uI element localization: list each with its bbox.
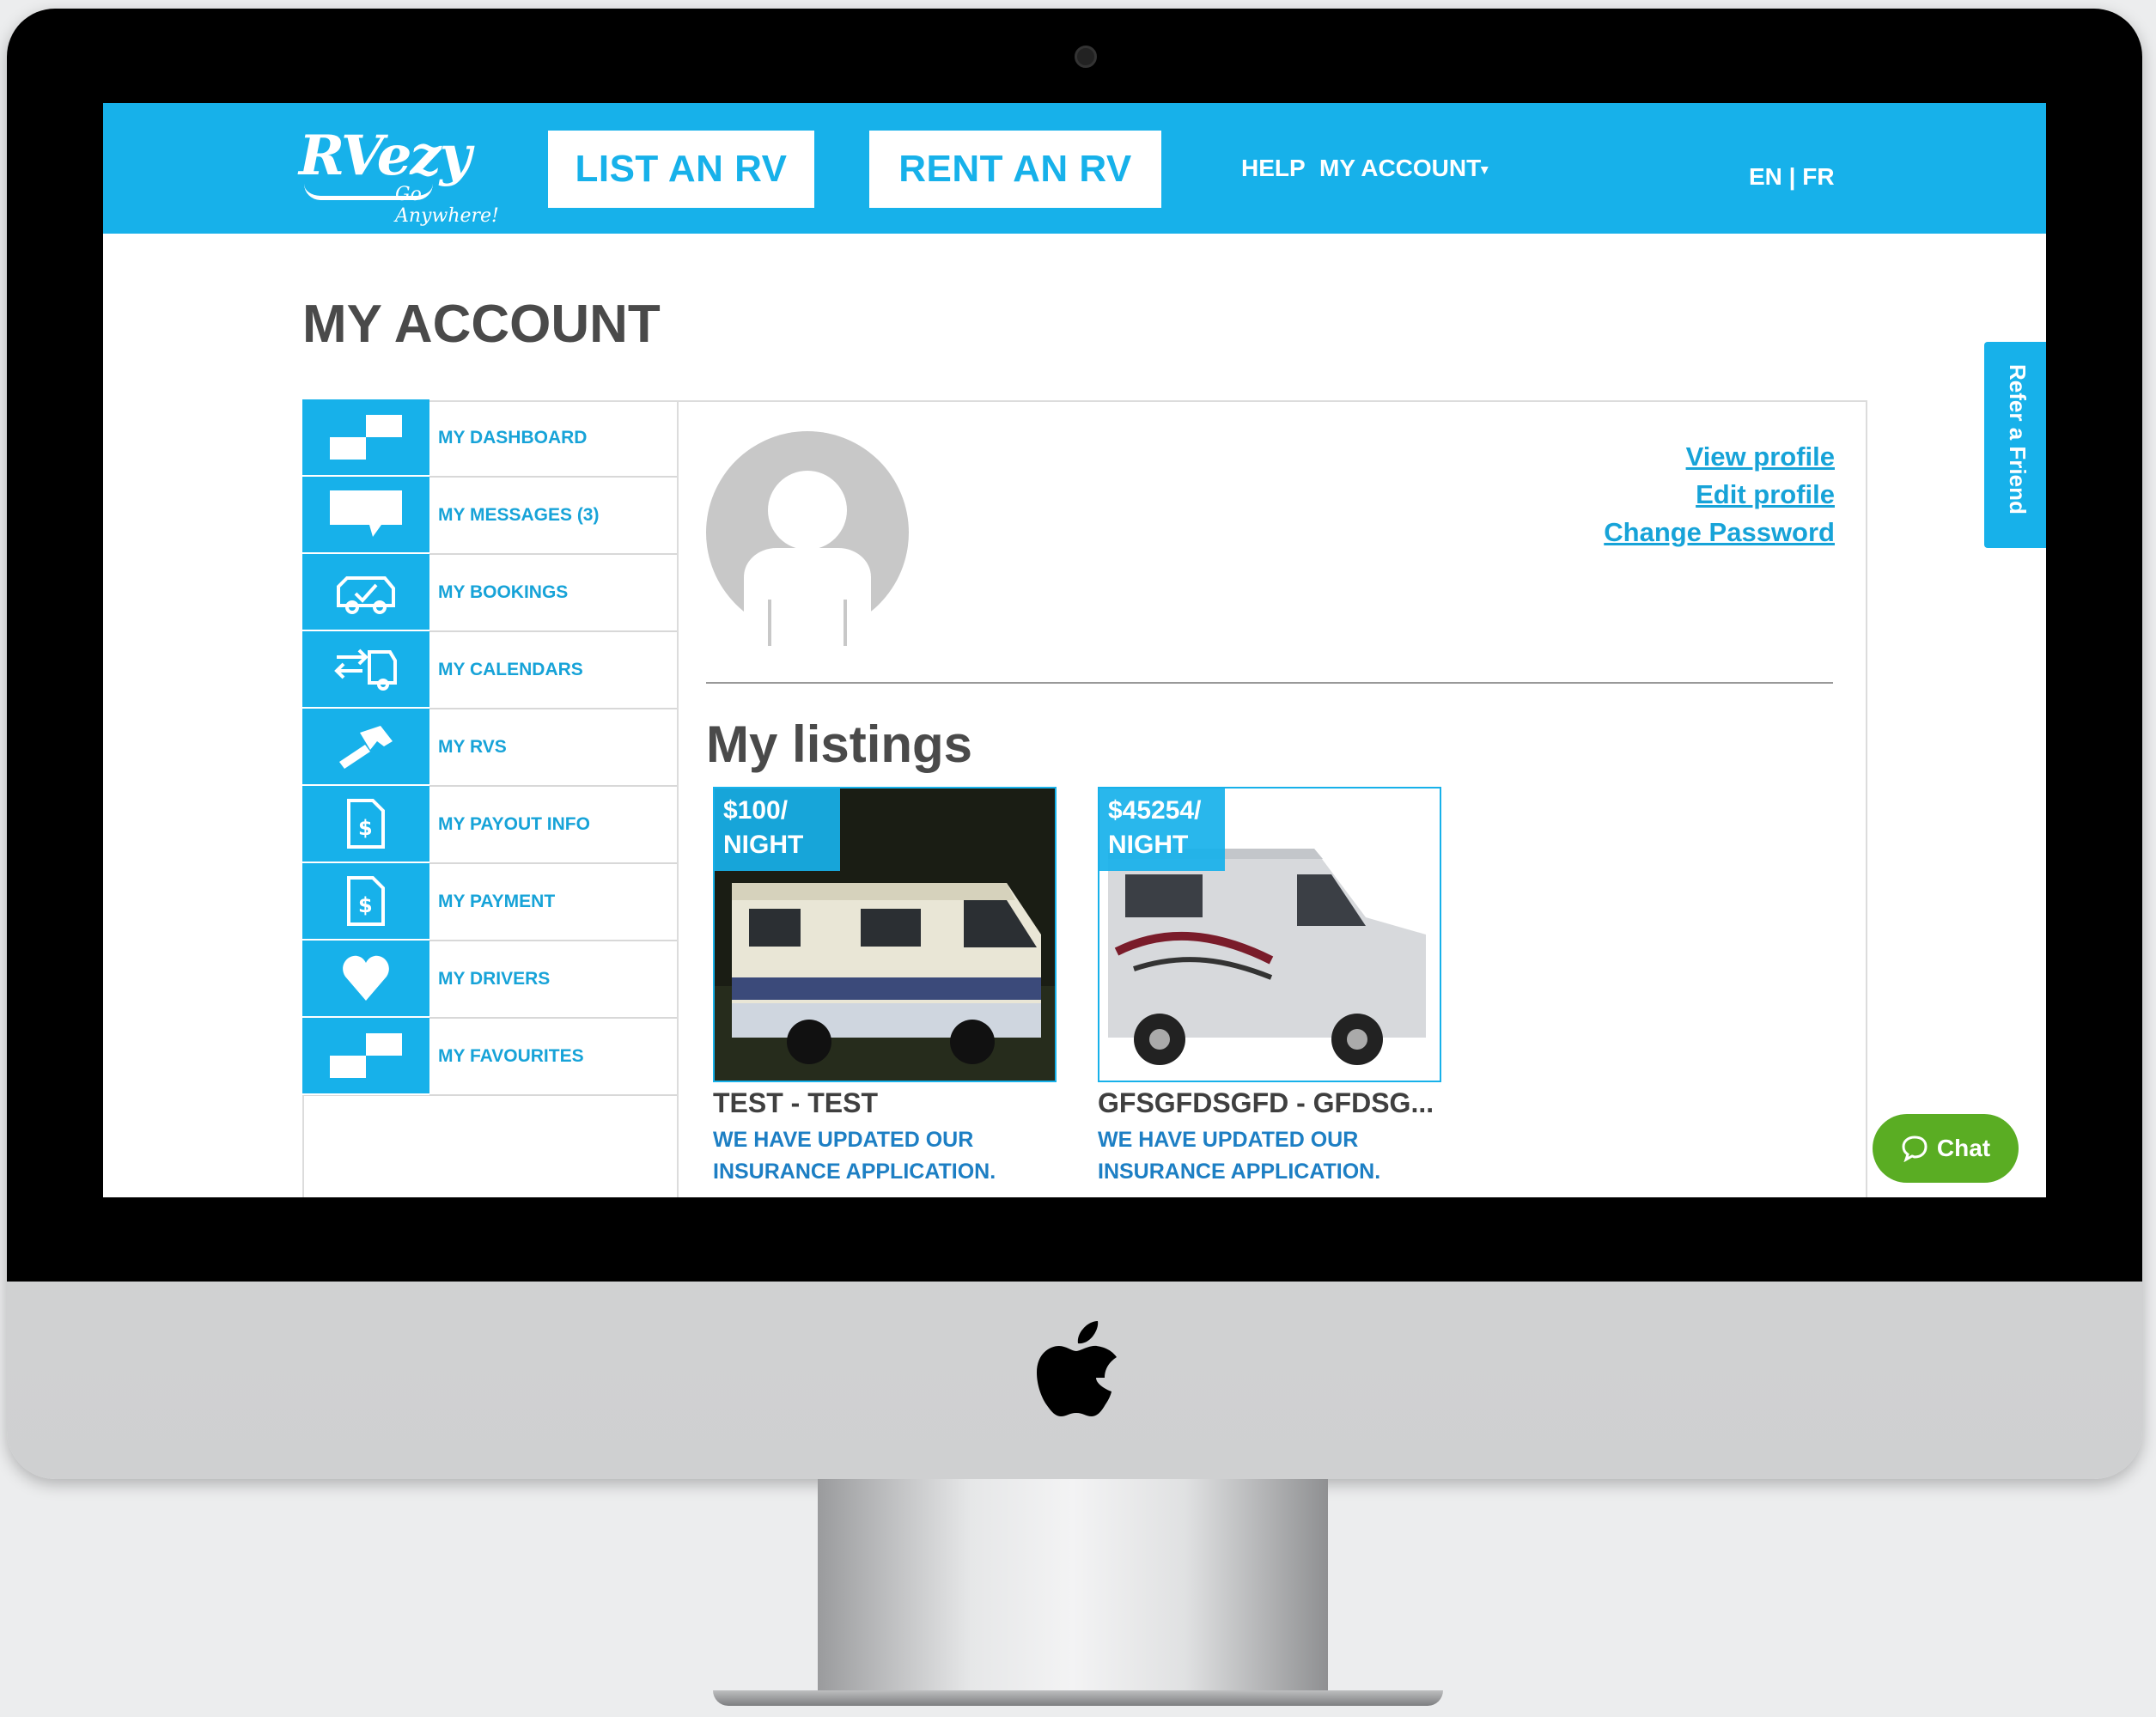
price-line-1: $45254/ — [1108, 796, 1202, 825]
sidebar-item-label: MY DASHBOARD — [438, 428, 588, 448]
camera-icon — [1075, 46, 1097, 68]
listing-photo[interactable]: $45254/NIGHT — [1098, 787, 1441, 1082]
sidebar-item-payout-info[interactable]: $ MY PAYOUT INFO — [302, 786, 677, 864]
chat-label: Chat — [1936, 1135, 1991, 1161]
view-profile-link[interactable]: View profile — [1604, 438, 1835, 476]
price-line-2: NIGHT — [723, 831, 804, 859]
list-rv-button[interactable]: LIST AN RV — [548, 131, 814, 208]
dashboard-icon — [302, 399, 429, 477]
edit-profile-link[interactable]: Edit profile — [1604, 476, 1835, 514]
listing-title[interactable]: GFSGFDSGFD - GFDSG... — [1098, 1087, 1441, 1119]
rent-rv-button[interactable]: RENT AN RV — [869, 131, 1161, 208]
refer-a-friend-tab[interactable]: Refer a Friend — [1984, 342, 2046, 548]
price-badge: $45254/NIGHT — [1099, 788, 1225, 871]
chat-button[interactable]: Chat — [1873, 1114, 2019, 1183]
listing-card[interactable]: $45254/NIGHT GFSGFDSGFD - GFDSG... WE HA… — [1098, 787, 1441, 1188]
calendar-rv-icon — [302, 631, 429, 709]
sidebar-item-label: MY BOOKINGS — [438, 582, 569, 602]
help-link[interactable]: HELP — [1241, 155, 1306, 182]
sidebar-item-calendars[interactable]: MY CALENDARS — [302, 631, 677, 709]
top-navbar: RVezy Go Anywhere! LIST AN RV RENT AN RV… — [103, 103, 2046, 234]
caret-down-icon: ▾ — [1481, 162, 1489, 178]
sidebar-item-messages[interactable]: MY MESSAGES (3) — [302, 477, 677, 555]
chat-bubble-icon — [1902, 1136, 1928, 1162]
hammer-icon — [302, 709, 429, 786]
page-title: MY ACCOUNT — [302, 295, 661, 354]
imac-stand — [818, 1479, 1328, 1694]
payment-document-icon: $ — [302, 863, 429, 941]
my-account-menu[interactable]: MY ACCOUNT▾ — [1319, 155, 1488, 182]
account-sidebar: MY DASHBOARD MY MESSAGES (3) MY BOOKINGS… — [302, 399, 677, 1096]
avatar-placeholder-icon — [706, 431, 909, 646]
svg-text:$: $ — [358, 893, 373, 917]
refer-a-friend-label: Refer a Friend — [2005, 364, 2031, 514]
logo-wordmark: RVezy — [299, 124, 472, 188]
favourites-icon — [302, 1018, 429, 1095]
price-line-1: $100/ — [723, 796, 789, 825]
price-badge: $100/NIGHT — [715, 788, 840, 871]
svg-text:$: $ — [358, 816, 373, 840]
imac-stand-base — [713, 1690, 1443, 1706]
listing-notice: WE HAVE UPDATED OUR INSURANCE APPLICATIO… — [713, 1128, 996, 1184]
section-divider — [706, 682, 1833, 684]
sidebar-item-label: MY FAVOURITES — [438, 1046, 584, 1066]
message-icon — [302, 477, 429, 554]
sidebar-item-bookings[interactable]: MY BOOKINGS — [302, 554, 677, 632]
sidebar-item-drivers[interactable]: MY DRIVERS — [302, 941, 677, 1019]
sidebar-item-label: MY CALENDARS — [438, 660, 583, 679]
sidebar-item-label: MY PAYMENT — [438, 892, 556, 911]
logo-tagline: Go Anywhere! — [395, 184, 499, 227]
price-line-2: NIGHT — [1108, 831, 1189, 859]
listing-title[interactable]: TEST - TEST — [713, 1087, 1057, 1119]
language-switch[interactable]: EN | FR — [1749, 163, 1835, 191]
listing-card[interactable]: $100/NIGHT TEST - TEST WE HAVE UPDATED O… — [713, 787, 1057, 1188]
sidebar-item-favourites[interactable]: MY FAVOURITES — [302, 1018, 677, 1096]
sidebar-divider — [677, 400, 679, 1197]
change-password-link[interactable]: Change Password — [1604, 514, 1835, 551]
payout-document-icon: $ — [302, 786, 429, 863]
listings-title: My listings — [706, 715, 973, 773]
sidebar-item-label: MY RVS — [438, 737, 507, 757]
screen: RVezy Go Anywhere! LIST AN RV RENT AN RV… — [103, 103, 2046, 1197]
sidebar-item-dashboard[interactable]: MY DASHBOARD — [302, 399, 677, 478]
heart-icon — [302, 941, 429, 1018]
sidebar-item-label: MY DRIVERS — [438, 969, 551, 989]
rv-booking-icon — [302, 554, 429, 631]
sidebar-item-label: MY MESSAGES (3) — [438, 505, 600, 525]
listing-notice: WE HAVE UPDATED OUR INSURANCE APPLICATIO… — [1098, 1128, 1381, 1184]
sidebar-item-label: MY PAYOUT INFO — [438, 814, 590, 834]
profile-links: View profile Edit profile Change Passwor… — [1604, 438, 1835, 551]
sidebar-item-rvs[interactable]: MY RVS — [302, 709, 677, 787]
apple-logo-icon — [1037, 1321, 1117, 1416]
sidebar-item-payment[interactable]: $ MY PAYMENT — [302, 863, 677, 941]
listing-photo[interactable]: $100/NIGHT — [713, 787, 1057, 1082]
my-account-label: MY ACCOUNT — [1319, 155, 1482, 181]
rvezy-logo[interactable]: RVezy Go Anywhere! — [299, 124, 522, 227]
